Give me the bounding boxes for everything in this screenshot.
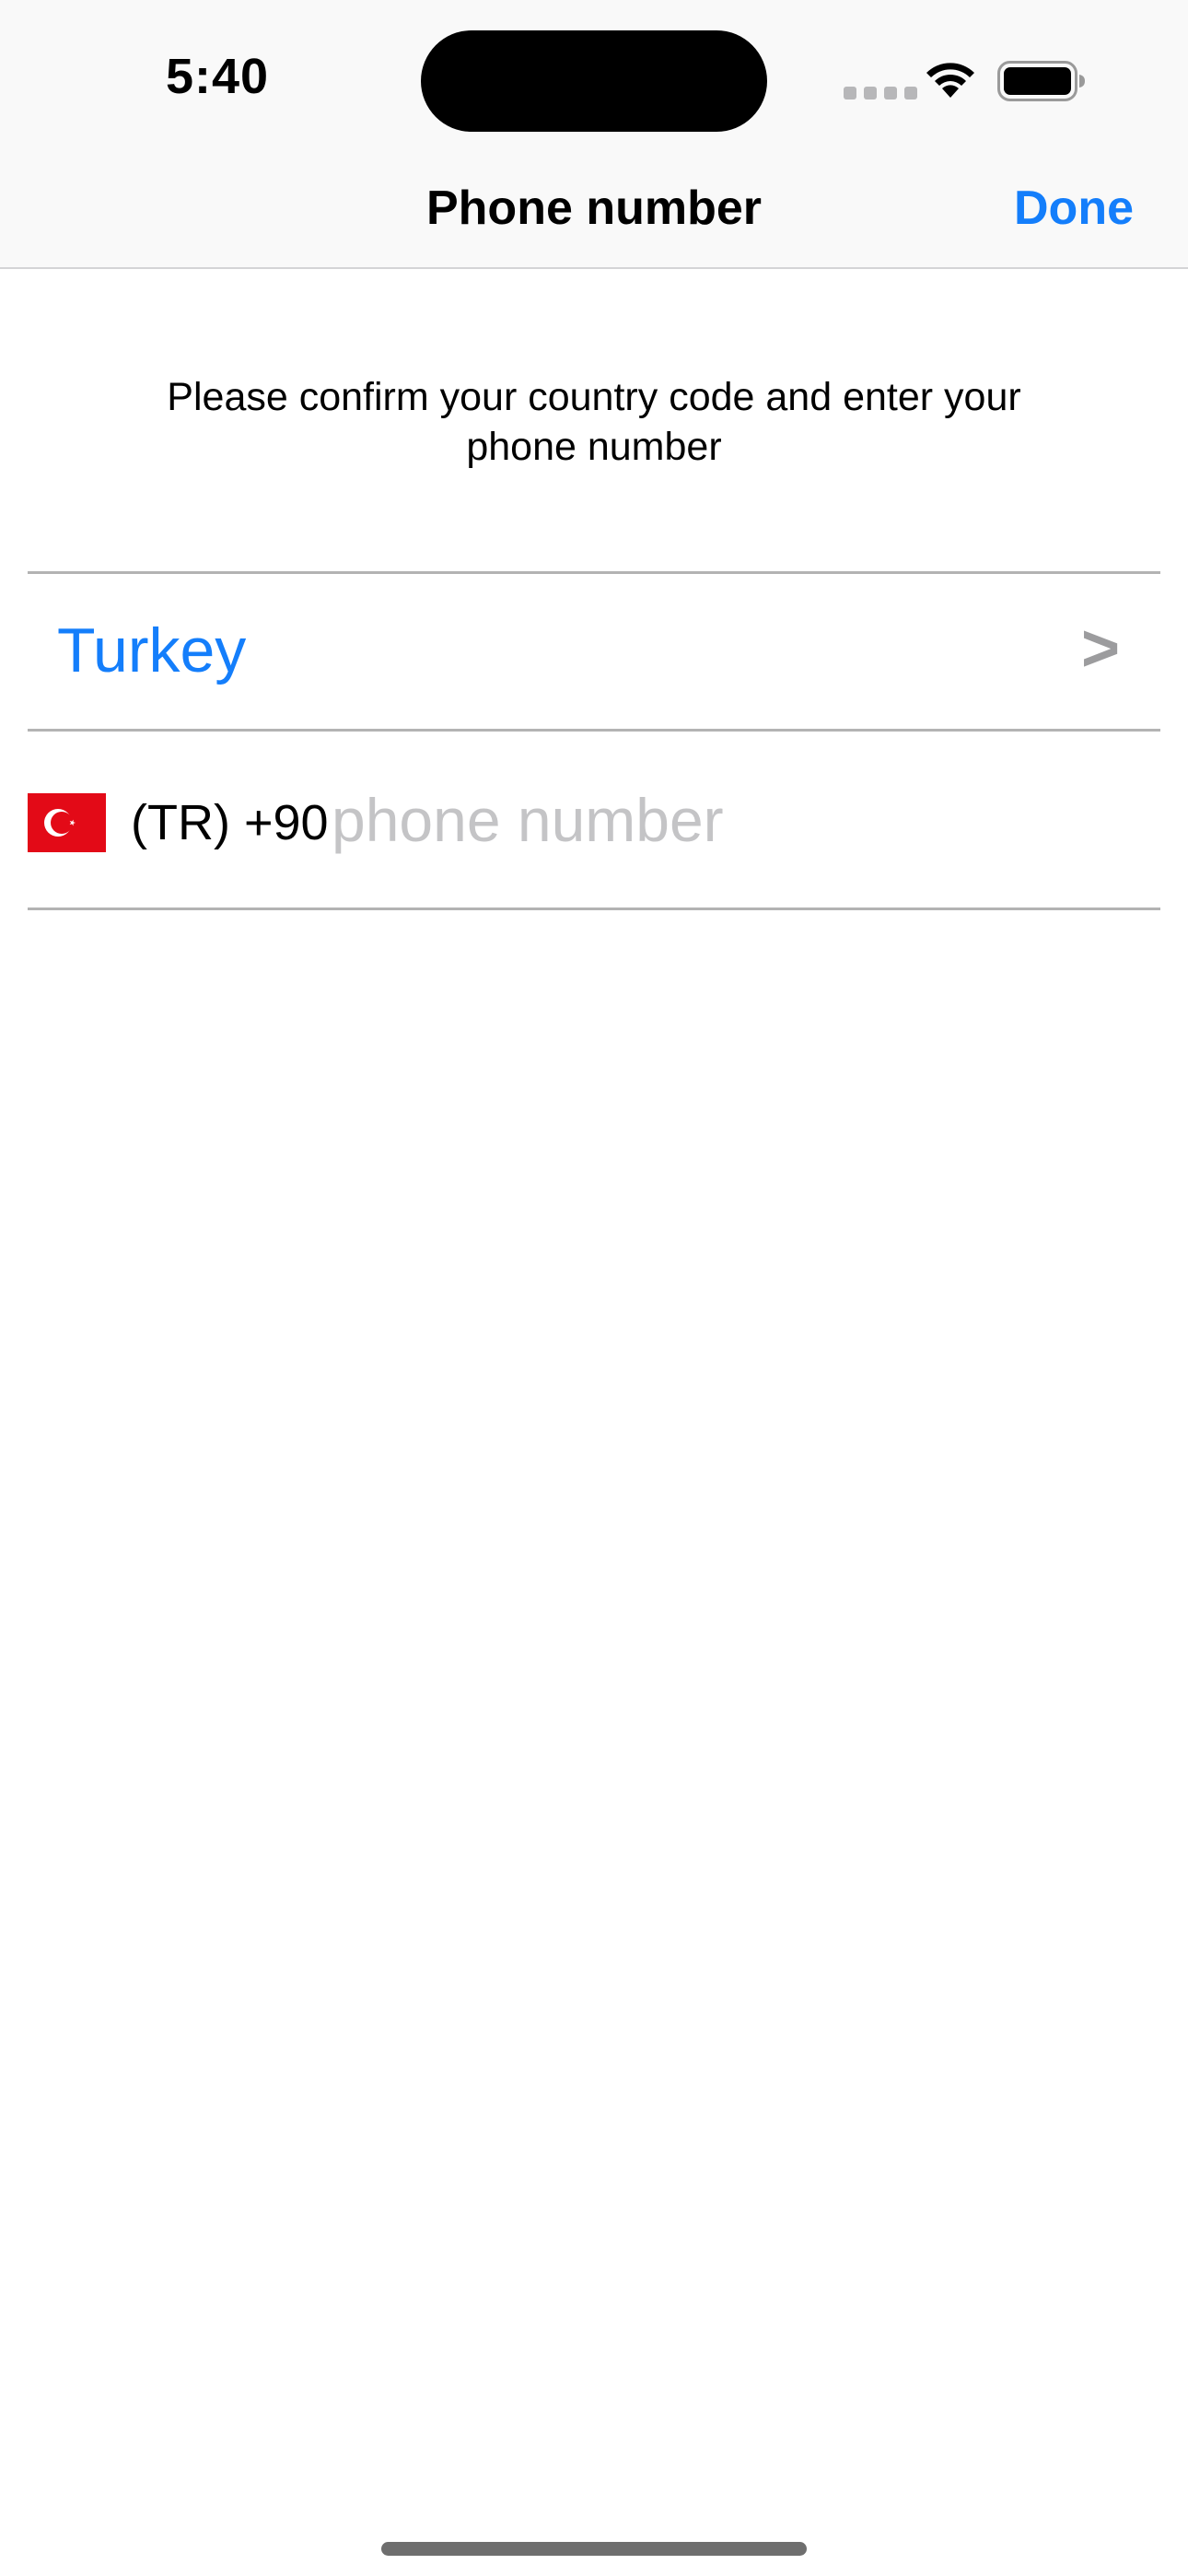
home-indicator[interactable]: [381, 2542, 807, 2556]
dynamic-island: [421, 30, 767, 132]
status-time: 5:40: [166, 49, 270, 104]
battery-icon: [997, 61, 1085, 101]
divider: [28, 907, 1160, 910]
wifi-icon: [926, 63, 974, 98]
phone-number-screen: 5:40 Phone number Done Please confirm yo…: [0, 0, 1188, 2576]
turkey-flag-icon: [28, 793, 106, 852]
cellular-signal-icon: [844, 87, 917, 100]
page-title: Phone number: [425, 181, 763, 235]
phone-entry-row: (TR) +90: [28, 732, 1160, 907]
instruction-text: Please confirm your country code and ent…: [167, 375, 1021, 469]
country-selector[interactable]: Turkey >: [28, 574, 1160, 729]
country-name: Turkey: [57, 615, 247, 685]
country-code-label: (TR) +90: [131, 795, 329, 850]
top-bar: 5:40 Phone number Done: [0, 0, 1188, 269]
done-button[interactable]: Done: [1014, 181, 1134, 236]
phone-number-input[interactable]: [332, 783, 1142, 857]
chevron-right-icon: >: [1080, 612, 1120, 685]
